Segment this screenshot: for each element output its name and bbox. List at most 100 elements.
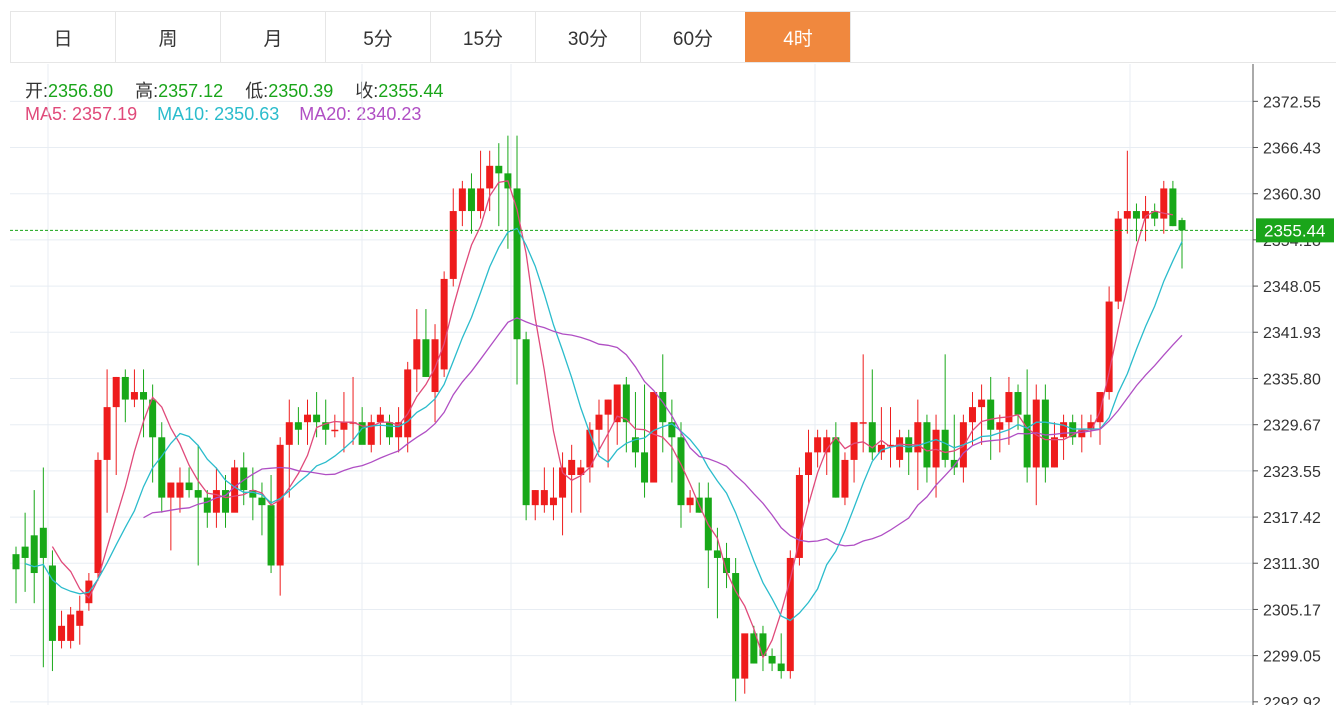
y-tick-label: 2311.30 — [1263, 556, 1320, 573]
candle-body — [222, 490, 230, 513]
candle-body — [340, 422, 348, 430]
candle-body — [959, 422, 967, 468]
candle-body — [987, 399, 995, 430]
tab-bar-filler — [850, 12, 1336, 62]
candle-body — [723, 557, 731, 574]
timeframe-tabs: 日周月 5分 15分 30分 60分 4时 — [10, 11, 1336, 63]
candle-body — [741, 633, 749, 679]
candle-body — [267, 505, 275, 566]
candle-body — [868, 422, 876, 453]
candle-body — [440, 278, 448, 370]
y-tick-label: 2292.92 — [1263, 695, 1321, 705]
candle-body — [103, 407, 111, 460]
candle-body — [94, 459, 102, 574]
candle-body — [932, 429, 940, 468]
candle-body — [786, 557, 794, 672]
tab-7[interactable]: 60分 — [640, 12, 745, 62]
candle-body — [914, 422, 922, 453]
ma20-label: MA20: 2340.23 — [299, 104, 422, 124]
candle-body — [367, 422, 375, 445]
candle-body — [568, 459, 576, 475]
close-label: 收: — [355, 81, 379, 101]
candle-body — [149, 399, 157, 438]
low-value: 2350.39 — [268, 81, 334, 101]
candle-body — [76, 610, 84, 626]
candle-body — [595, 414, 603, 430]
open-value: 2356.80 — [48, 81, 114, 101]
y-tick-label: 2341.93 — [1263, 325, 1321, 342]
candle-body — [1142, 211, 1150, 219]
candle-body — [941, 429, 949, 460]
candle-body — [695, 497, 703, 513]
candle-body — [1078, 429, 1086, 438]
candle-body — [112, 376, 120, 408]
candle-body — [48, 565, 56, 641]
tab-6[interactable]: 30分 — [535, 12, 640, 62]
ohlc-info: 开:2356.80 高:2357.12 低:2350.39 收:2355.44 — [25, 77, 465, 103]
candle-body — [677, 437, 685, 506]
candle-body — [1105, 301, 1113, 393]
open-label: 开: — [25, 81, 49, 101]
candle-body — [613, 384, 621, 423]
ma5-value: 2357.19 — [72, 104, 138, 124]
tab-2[interactable]: 周 — [115, 12, 220, 62]
y-tick-label: 2348.05 — [1263, 279, 1321, 296]
y-tick-label: 2360.30 — [1263, 187, 1321, 204]
y-tick-label: 2335.80 — [1263, 371, 1321, 388]
candle-body — [1178, 220, 1186, 231]
candle-body — [768, 655, 776, 664]
candle-body — [1114, 218, 1122, 302]
candle-body — [313, 414, 321, 423]
candle-body — [212, 490, 220, 513]
candle-body — [622, 384, 630, 423]
candle-body — [841, 459, 849, 498]
candle-body — [1014, 392, 1022, 415]
candle-body — [395, 422, 403, 438]
candle-body — [504, 173, 512, 189]
tab-3[interactable]: 月 — [220, 12, 325, 62]
candle-body — [385, 422, 393, 438]
candle-body — [978, 399, 986, 408]
tab-5[interactable]: 15分 — [430, 12, 535, 62]
candle-body — [1005, 392, 1013, 423]
candle-body — [795, 474, 803, 558]
tab-1[interactable]: 日 — [10, 12, 115, 62]
candle-body — [650, 392, 658, 483]
tab-4[interactable]: 5分 — [325, 12, 430, 62]
candle-body — [1151, 211, 1159, 219]
ma10-value: 2350.63 — [214, 104, 280, 124]
candle-body — [203, 497, 211, 513]
candle-body — [30, 535, 38, 574]
tab-8[interactable]: 4时 — [745, 12, 850, 62]
candle-body — [704, 497, 712, 551]
ma20-value: 2340.23 — [356, 104, 422, 124]
candle-body — [249, 490, 257, 498]
candle-body — [240, 467, 248, 491]
close-value: 2355.44 — [378, 81, 444, 101]
candle-body — [486, 165, 494, 189]
candle-body — [1060, 422, 1068, 438]
candle-body — [996, 422, 1004, 430]
candle-body — [759, 633, 767, 656]
candle-body — [732, 573, 740, 679]
candle-body — [1032, 399, 1040, 468]
candle-body — [185, 482, 193, 491]
candle-body — [668, 422, 676, 438]
candle-body — [522, 339, 530, 506]
candle-body — [513, 188, 521, 340]
candle-body — [859, 422, 867, 424]
candle-body — [121, 376, 129, 400]
high-value: 2357.12 — [158, 81, 224, 101]
candle-body — [923, 422, 931, 468]
candle-body — [85, 580, 93, 604]
high-label: 高: — [135, 81, 159, 101]
candle-body — [686, 497, 694, 506]
candle-body — [814, 437, 822, 453]
candle-body — [950, 459, 958, 468]
candle-body — [586, 429, 594, 468]
candle-body — [449, 211, 457, 279]
low-label: 低: — [245, 81, 269, 101]
candle-body — [1169, 188, 1177, 227]
candle-body — [39, 527, 47, 558]
candle-body — [304, 414, 311, 423]
